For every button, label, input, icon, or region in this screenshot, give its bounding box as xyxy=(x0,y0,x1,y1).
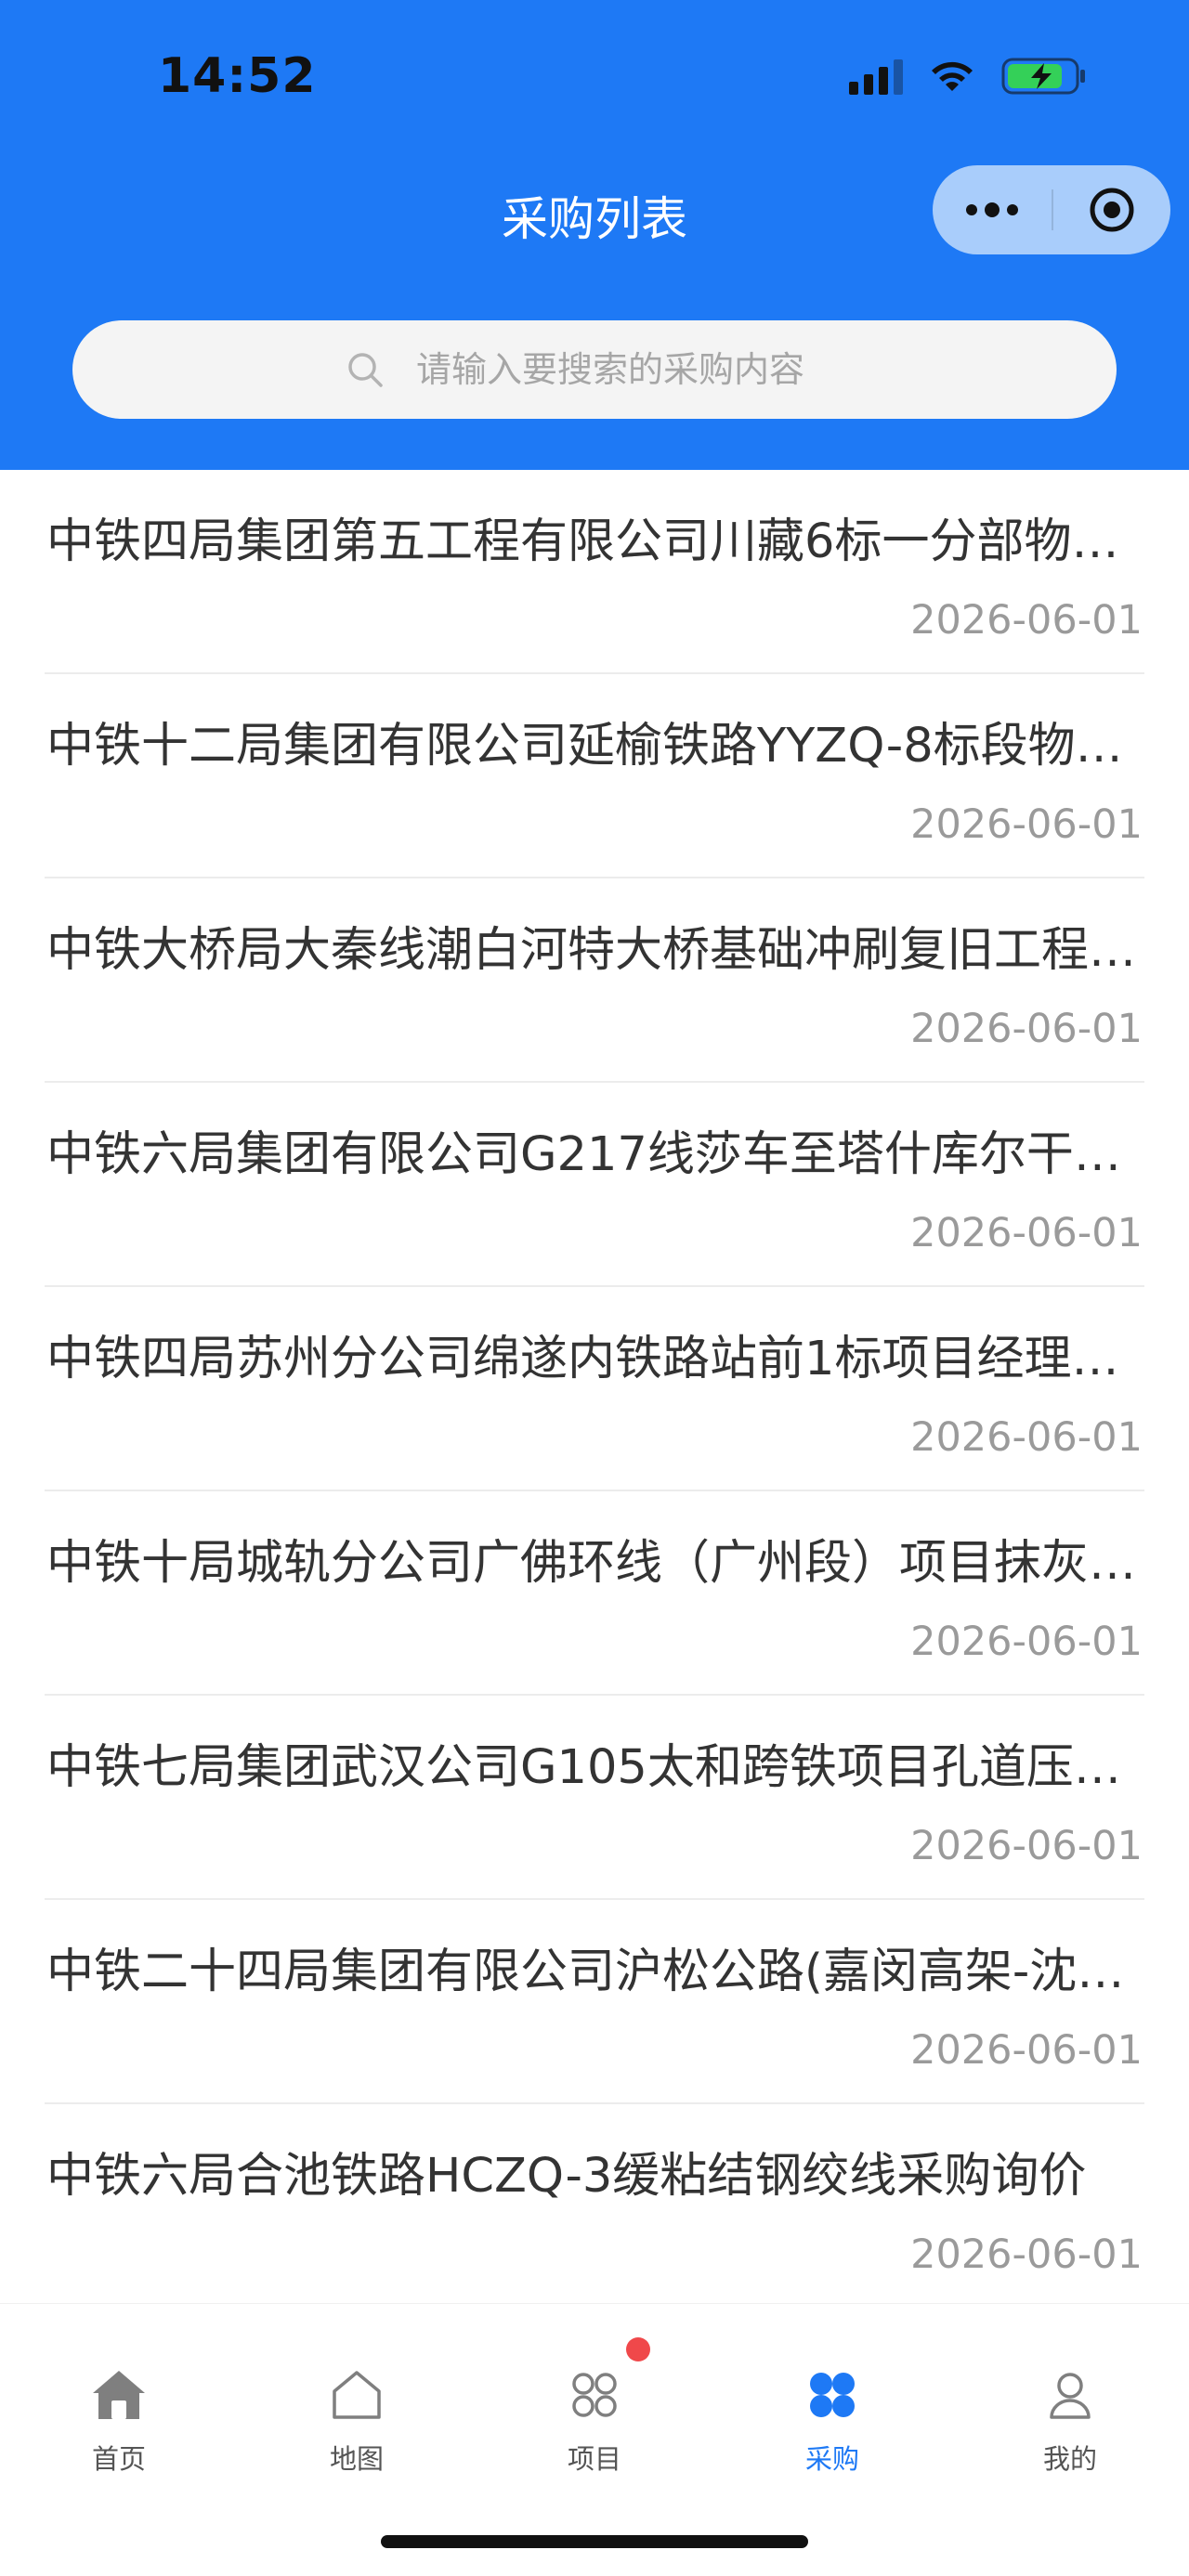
more-button[interactable] xyxy=(933,165,1052,254)
item-title: 中铁大桥局大秦线潮白河特大桥基础冲刷复旧工程物资采购 xyxy=(46,923,1141,978)
tab-project[interactable]: 项目 xyxy=(476,2304,713,2490)
purchase-list: 中铁四局集团第五工程有限公司川藏6标一分部物资采购 2026-06-01 中铁十… xyxy=(0,470,1189,2309)
home-indicator[interactable] xyxy=(381,2535,808,2548)
list-item[interactable]: 中铁十二局集团有限公司延榆铁路YYZQ-8标段物资采购 2026-06-01 xyxy=(45,674,1144,878)
tab-label: 首页 xyxy=(91,2443,146,2475)
more-dots-icon xyxy=(966,202,1018,217)
item-title: 中铁二十四局集团有限公司沪松公路(嘉闵高架-沈砖公路)物资采购 xyxy=(46,1945,1141,1999)
item-title: 中铁十局城轨分公司广佛环线（广州段）项目抹灰砂浆采购 xyxy=(46,1536,1141,1591)
tab-map[interactable]: 地图 xyxy=(238,2304,476,2490)
item-title: 中铁四局苏州分公司绵遂内铁路站前1标项目经理部物资采购 xyxy=(46,1332,1141,1386)
status-icons xyxy=(849,56,1087,97)
close-miniprogram-button[interactable] xyxy=(1053,165,1170,254)
list-item[interactable]: 中铁二十四局集团有限公司沪松公路(嘉闵高架-沈砖公路)物资采购 2026-06-… xyxy=(45,1900,1144,2104)
tab-label: 地图 xyxy=(329,2443,384,2475)
item-title: 中铁七局集团武汉公司G105太和跨铁项目孔道压浆料采购 xyxy=(46,1740,1141,1795)
list-item[interactable]: 中铁四局集团第五工程有限公司川藏6标一分部物资采购 2026-06-01 xyxy=(45,470,1144,674)
target-circle-icon xyxy=(1090,188,1134,232)
item-date: 2026-06-01 xyxy=(910,1619,1143,1665)
list-item[interactable]: 中铁大桥局大秦线潮白河特大桥基础冲刷复旧工程物资采购 2026-06-01 xyxy=(45,878,1144,1083)
miniprogram-capsule xyxy=(933,165,1170,254)
item-title: 中铁十二局集团有限公司延榆铁路YYZQ-8标段物资采购 xyxy=(46,719,1141,774)
item-date: 2026-06-01 xyxy=(910,2027,1143,2074)
item-title: 中铁六局集团有限公司G217线莎车至塔什库尔干公路项目物资采购 xyxy=(46,1127,1141,1182)
list-item[interactable]: 中铁六局合池铁路HCZQ-3缓粘结钢绞线采购询价 2026-06-01 xyxy=(45,2104,1144,2309)
purchase-icon xyxy=(804,2365,860,2425)
profile-icon xyxy=(1044,2365,1096,2425)
search-input[interactable] xyxy=(416,349,843,390)
item-title: 中铁六局合池铁路HCZQ-3缓粘结钢绞线采购询价 xyxy=(46,2149,1087,2204)
search-icon xyxy=(346,350,385,389)
tab-profile[interactable]: 我的 xyxy=(951,2304,1189,2490)
item-date: 2026-06-01 xyxy=(910,597,1143,644)
item-date: 2026-06-01 xyxy=(910,1006,1143,1052)
home-icon xyxy=(89,2365,149,2425)
search-bar[interactable] xyxy=(72,320,1117,419)
item-date: 2026-06-01 xyxy=(910,1823,1143,1869)
wifi-icon xyxy=(927,58,977,95)
tab-label: 我的 xyxy=(1042,2443,1097,2475)
item-date: 2026-06-01 xyxy=(910,1210,1143,1256)
notification-badge xyxy=(626,2337,650,2361)
tab-label: 项目 xyxy=(567,2443,621,2475)
project-icon xyxy=(567,2337,650,2425)
item-date: 2026-06-01 xyxy=(910,2231,1143,2278)
list-item[interactable]: 中铁七局集团武汉公司G105太和跨铁项目孔道压浆料采购 2026-06-01 xyxy=(45,1696,1144,1900)
item-title: 中铁四局集团第五工程有限公司川藏6标一分部物资采购 xyxy=(46,514,1141,569)
tab-label: 采购 xyxy=(804,2443,859,2475)
header: 14:52 采购列表 xyxy=(0,0,1189,470)
battery-charging-icon xyxy=(1001,56,1087,97)
list-item[interactable]: 中铁六局集团有限公司G217线莎车至塔什库尔干公路项目物资采购 2026-06-… xyxy=(45,1083,1144,1287)
status-time: 14:52 xyxy=(158,48,317,104)
list-item[interactable]: 中铁十局城轨分公司广佛环线（广州段）项目抹灰砂浆采购 2026-06-01 xyxy=(45,1491,1144,1696)
cellular-signal-icon xyxy=(849,58,903,95)
tab-purchase[interactable]: 采购 xyxy=(713,2304,951,2490)
tab-home[interactable]: 首页 xyxy=(0,2304,238,2490)
item-date: 2026-06-01 xyxy=(910,801,1143,848)
map-icon xyxy=(329,2365,385,2425)
list-item[interactable]: 中铁四局苏州分公司绵遂内铁路站前1标项目经理部物资采购 2026-06-01 xyxy=(45,1287,1144,1491)
item-date: 2026-06-01 xyxy=(910,1414,1143,1461)
